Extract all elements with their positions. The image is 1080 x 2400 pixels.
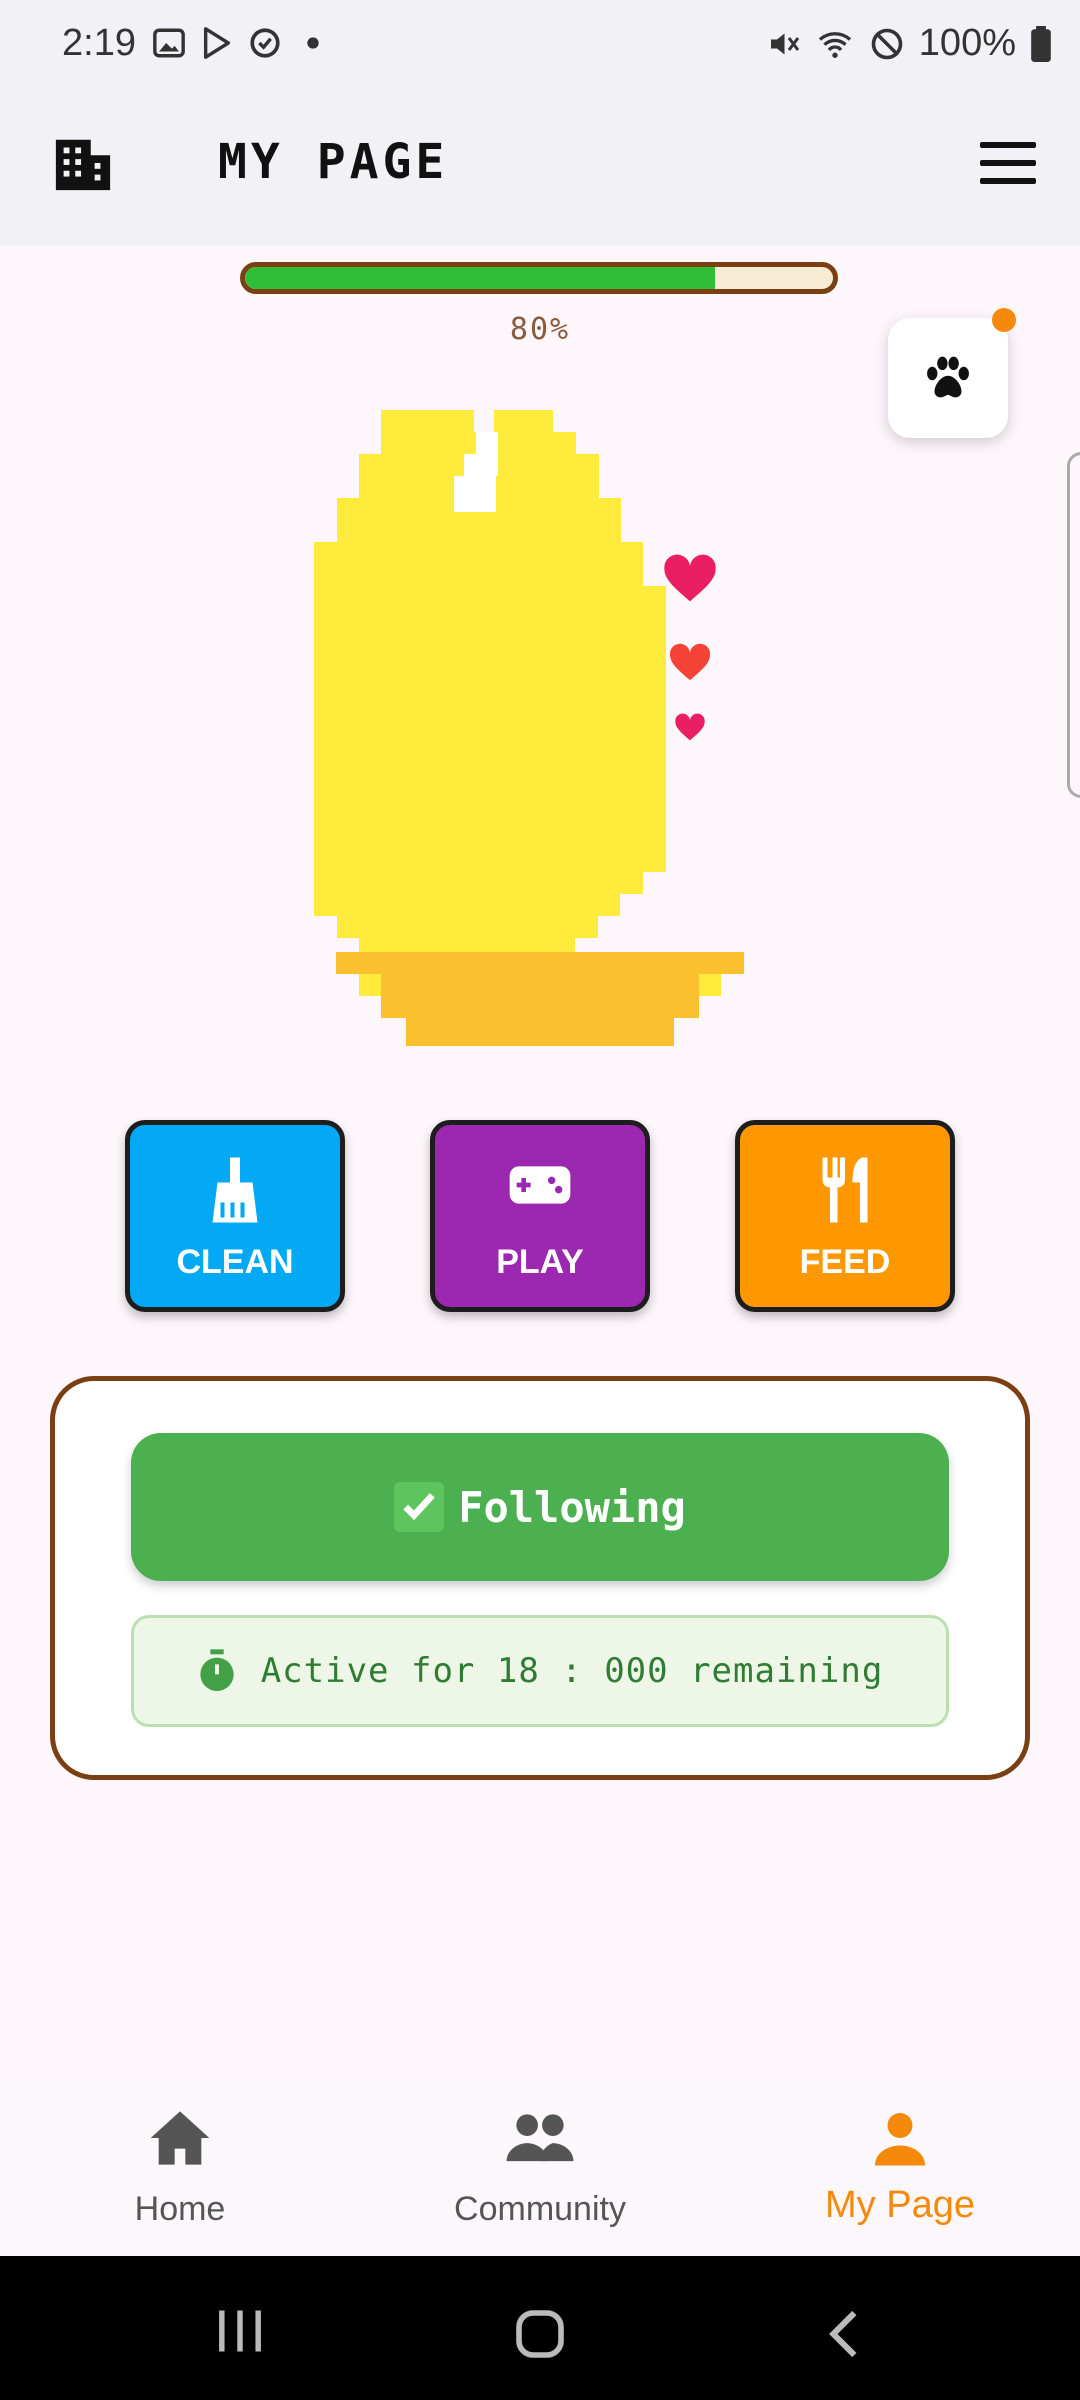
timer-text: Active for 18 : 000 remaining [260,1651,884,1691]
status-bar: 2:19 100% [0,0,1080,96]
bottom-nav: Home Community My Page [0,2080,1080,2256]
image-icon [153,28,185,58]
nav-label-community: Community [454,2190,626,2228]
check-icon [394,1482,445,1532]
feed-button[interactable]: FEED [735,1120,955,1312]
hp-progress-bar [240,262,838,294]
nav-item-my-page[interactable]: My Page [720,2080,1080,2256]
side-drawer-handle[interactable] [1067,452,1080,798]
back-icon[interactable] [820,2306,870,2362]
mute-icon [770,33,799,54]
battery-icon [1031,25,1051,62]
following-button[interactable]: Following [131,1433,949,1581]
nav-label-home: Home [134,2190,226,2228]
paw-icon [927,356,969,398]
battery-percent: 100% [918,22,1016,64]
utensils-icon [822,1157,868,1223]
feed-label: FEED [799,1243,891,1281]
heart-icon [664,554,716,602]
follow-card: Following Active for 18 : 000 remaining [50,1376,1030,1780]
wifi-icon [818,31,851,58]
play-label: PLAY [496,1243,584,1281]
stopwatch-icon [200,1649,234,1691]
status-time: 2:19 [62,22,136,64]
broom-icon [212,1157,258,1223]
building-icon[interactable] [52,132,114,194]
people-icon [506,2114,574,2162]
recent-apps-icon[interactable] [212,2306,268,2356]
sync-icon [250,28,280,58]
dot-icon [307,37,319,49]
play-store-icon [203,27,231,59]
status-left-icons [152,26,330,60]
paw-button[interactable] [888,308,1016,438]
following-label: Following [458,1482,686,1532]
nav-label-my-page: My Page [825,2184,975,2226]
gamepad-icon [509,1166,571,1204]
notification-dot [992,308,1016,332]
app-bar: MY PAGE [0,96,1080,246]
nav-item-home[interactable]: Home [0,2080,360,2256]
heart-icon [675,713,705,741]
hp-progress-fill [245,267,716,289]
home-icon [150,2111,210,2165]
home-button-icon[interactable] [512,2306,568,2362]
person-icon [875,2113,925,2166]
play-button[interactable]: PLAY [430,1120,650,1312]
clean-button[interactable]: CLEAN [125,1120,345,1312]
page-title: MY PAGE [218,134,449,190]
menu-icon[interactable] [980,142,1036,186]
block-icon [871,28,903,59]
status-right-icons: 100% [765,22,1052,65]
clean-label: CLEAN [176,1243,294,1281]
system-nav-bar [0,2256,1080,2400]
nav-item-community[interactable]: Community [360,2080,720,2256]
timer-box: Active for 18 : 000 remaining [131,1615,949,1727]
heart-icon [669,643,711,681]
